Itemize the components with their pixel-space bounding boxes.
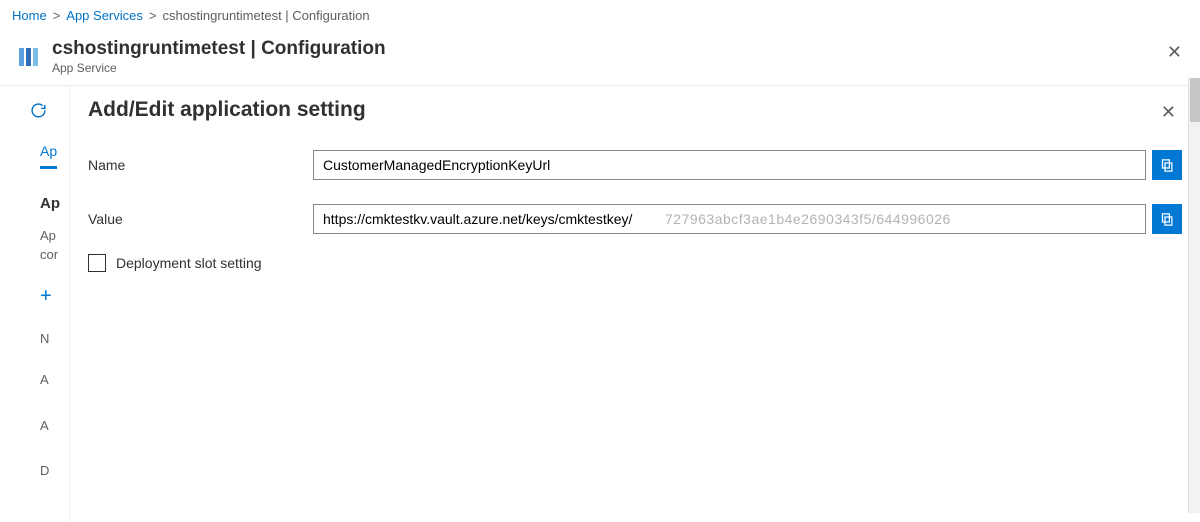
value-label: Value [88, 211, 313, 227]
copy-button[interactable] [1152, 150, 1182, 180]
chevron-right-icon: > [53, 8, 61, 23]
breadcrumb-current: cshostingruntimetest | Configuration [162, 8, 369, 23]
deployment-slot-row: Deployment slot setting [88, 254, 1182, 272]
background-config-area: Ap Ap Ap cor + N A A D [0, 86, 70, 522]
app-service-icon [16, 44, 42, 70]
add-edit-setting-panel: ✕ Add/Edit application setting Name Valu… [69, 86, 1200, 522]
copy-button[interactable] [1152, 204, 1182, 234]
refresh-button[interactable] [20, 92, 56, 128]
page-header: cshostingruntimetest | Configuration App… [0, 32, 1200, 85]
vertical-scrollbar[interactable] [1188, 78, 1200, 513]
main-content: Ap Ap Ap cor + N A A D ✕ Add/Edit applic… [0, 85, 1200, 522]
value-input[interactable] [313, 204, 1146, 234]
name-label: Name [88, 157, 313, 173]
name-input[interactable] [313, 150, 1146, 180]
breadcrumb-home[interactable]: Home [12, 8, 47, 23]
tab-app-settings[interactable]: Ap [40, 141, 57, 169]
page-subtitle: App Service [52, 61, 386, 75]
breadcrumb: Home > App Services > cshostingruntimete… [0, 0, 1200, 32]
deployment-slot-label[interactable]: Deployment slot setting [116, 255, 262, 271]
page-title: cshostingruntimetest | Configuration [52, 38, 386, 60]
form-row-value: Value 727963abcf3ae1b4e2690343f5/6449960… [88, 204, 1182, 234]
close-icon[interactable]: ✕ [1163, 38, 1186, 67]
breadcrumb-app-services[interactable]: App Services [66, 8, 143, 23]
form-row-name: Name [88, 150, 1182, 180]
deployment-slot-checkbox[interactable] [88, 254, 106, 272]
close-icon[interactable]: ✕ [1157, 98, 1180, 127]
panel-title: Add/Edit application setting [88, 98, 1182, 122]
header-text: cshostingruntimetest | Configuration App… [52, 38, 386, 75]
chevron-right-icon: > [149, 8, 157, 23]
scrollbar-thumb[interactable] [1190, 78, 1200, 122]
toolbar [0, 92, 56, 128]
